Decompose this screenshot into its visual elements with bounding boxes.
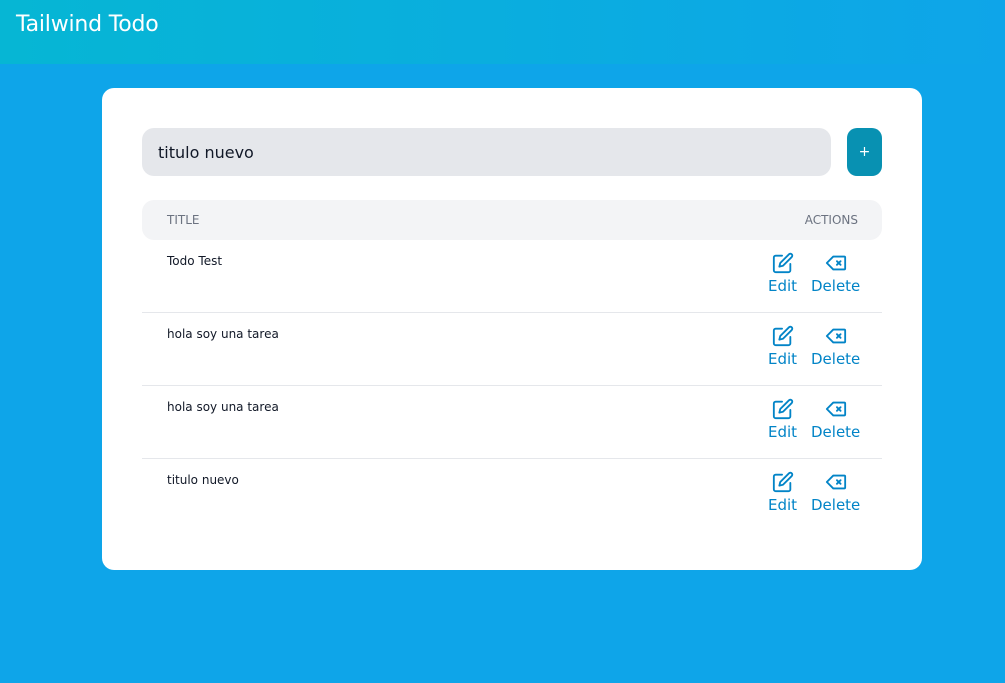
todo-title: Todo Test [167, 254, 223, 268]
delete-button[interactable]: Delete [811, 398, 860, 441]
todo-title: hola soy una tarea [167, 400, 279, 414]
edit-button[interactable]: Edit [768, 398, 797, 441]
delete-label[interactable]: Delete [811, 496, 860, 514]
edit-button[interactable]: Edit [768, 252, 797, 295]
table-header: TITLE ACTIONS [142, 200, 882, 240]
delete-label[interactable]: Delete [811, 423, 860, 441]
todo-title: hola soy una tarea [167, 327, 279, 341]
backspace-x-icon[interactable] [825, 471, 847, 493]
delete-button[interactable]: Delete [811, 325, 860, 368]
pencil-square-icon[interactable] [772, 252, 794, 274]
navbar: Tailwind Todo [0, 0, 1005, 64]
pencil-square-icon[interactable] [772, 398, 794, 420]
pencil-square-icon[interactable] [772, 325, 794, 347]
add-todo-button[interactable]: + [847, 128, 882, 176]
edit-label[interactable]: Edit [768, 423, 797, 441]
table-row: Todo Test Edit Delete [142, 240, 882, 313]
table-row: titulo nuevo Edit Delete [142, 459, 882, 532]
delete-label[interactable]: Delete [811, 277, 860, 295]
backspace-x-icon[interactable] [825, 325, 847, 347]
column-header-actions: ACTIONS [804, 213, 858, 227]
table-row: hola soy una tarea Edit Delete [142, 313, 882, 386]
edit-label[interactable]: Edit [768, 350, 797, 368]
new-todo-input[interactable] [142, 128, 831, 176]
delete-button[interactable]: Delete [811, 471, 860, 514]
pencil-square-icon[interactable] [772, 471, 794, 493]
app-title[interactable]: Tailwind Todo [16, 12, 159, 37]
edit-button[interactable]: Edit [768, 471, 797, 514]
todo-title: titulo nuevo [167, 473, 239, 487]
edit-label[interactable]: Edit [768, 277, 797, 295]
delete-button[interactable]: Delete [811, 252, 860, 295]
column-header-title: TITLE [167, 213, 200, 227]
todo-table: TITLE ACTIONS Todo Test Edit Delete hola… [142, 200, 882, 532]
backspace-x-icon[interactable] [825, 398, 847, 420]
delete-label[interactable]: Delete [811, 350, 860, 368]
backspace-x-icon[interactable] [825, 252, 847, 274]
edit-button[interactable]: Edit [768, 325, 797, 368]
edit-label[interactable]: Edit [768, 496, 797, 514]
table-row: hola soy una tarea Edit Delete [142, 386, 882, 459]
todo-card: + TITLE ACTIONS Todo Test Edit Delete ho… [102, 88, 922, 570]
